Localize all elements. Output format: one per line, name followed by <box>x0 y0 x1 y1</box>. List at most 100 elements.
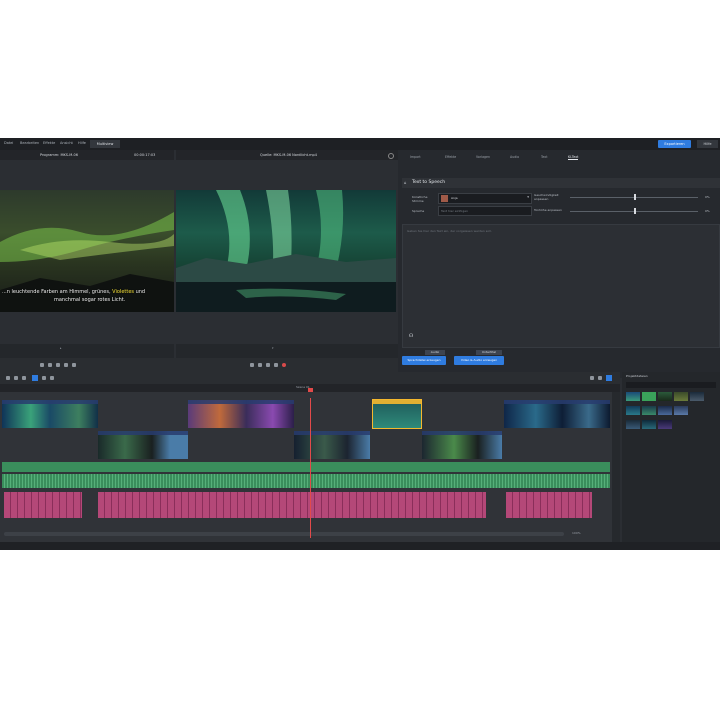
menu-help[interactable]: Hilfe <box>78 141 86 145</box>
view-timeline-icon[interactable] <box>606 375 612 381</box>
subtitle-highlight: Violettes <box>112 289 134 295</box>
view-grid-icon[interactable] <box>598 376 602 380</box>
media-thumbnail[interactable] <box>690 392 704 401</box>
media-pool-title: Projektdateien <box>626 374 648 378</box>
video-clip[interactable] <box>188 400 294 428</box>
voice-value: Anja <box>451 196 458 200</box>
pitch-slider-knob[interactable] <box>634 208 636 214</box>
video-clip[interactable] <box>2 400 98 428</box>
video-clip[interactable] <box>98 431 188 459</box>
prog-play-icon[interactable] <box>266 363 270 367</box>
speed-slider-knob[interactable] <box>634 194 636 200</box>
prog-back-icon[interactable] <box>258 363 262 367</box>
tab-import[interactable]: Import <box>410 155 421 159</box>
tts-title: Text to Speech <box>412 180 446 185</box>
media-thumbnail[interactable] <box>658 392 672 401</box>
media-thumbnail[interactable] <box>626 392 640 401</box>
subtitle-line1: ...n leuchtende Farben am Himmel, grünes… <box>2 289 111 295</box>
playhead-line[interactable] <box>310 398 311 538</box>
audio-waveform[interactable] <box>2 474 610 488</box>
language-input[interactable]: Text hier einfügen <box>438 206 532 216</box>
settings-icon[interactable] <box>388 153 394 159</box>
pitch-value: 0% <box>705 209 710 213</box>
voice-label: Künstliche Stimme <box>412 195 428 203</box>
menu-bar: Datei Bearbeiten Effekte Ansicht Hilfe M… <box>0 138 720 150</box>
menu-view[interactable]: Ansicht <box>60 141 73 145</box>
chevron-down-icon: ▾ <box>527 195 529 199</box>
step-forward-icon[interactable] <box>64 363 68 367</box>
video-clip[interactable] <box>422 431 502 459</box>
marker-tool-icon[interactable] <box>42 376 46 380</box>
audio-track[interactable] <box>2 462 610 472</box>
prog-rewind-icon[interactable] <box>250 363 254 367</box>
avatar <box>441 195 448 202</box>
music-clip[interactable] <box>506 492 592 518</box>
selected-video-clip[interactable] <box>372 399 422 429</box>
tab-audio[interactable]: Audio <box>510 155 519 159</box>
snap-icon[interactable] <box>32 375 38 381</box>
select-tool-icon[interactable] <box>6 376 10 380</box>
horizontal-scrollbar[interactable] <box>4 532 564 536</box>
video-clip[interactable] <box>504 400 610 428</box>
help-button[interactable]: Hilfe <box>697 140 718 148</box>
transport-toolbar <box>0 358 398 372</box>
subtitle-line1-end: und <box>135 289 146 295</box>
tab-effects[interactable]: Effekte <box>445 155 456 159</box>
tts-text-area[interactable]: Geben Sie hier den Text ein, der vorgele… <box>402 224 720 348</box>
trim-tool-icon[interactable] <box>22 376 26 380</box>
source-timecode: 00:00:17:03 <box>134 153 156 157</box>
speed-value: 0% <box>705 195 710 199</box>
record-icon[interactable] <box>282 363 286 367</box>
tab-text[interactable]: Text <box>541 155 547 159</box>
music-clip[interactable] <box>98 492 486 518</box>
pitch-label: Tonhöhe anpassen <box>534 208 562 212</box>
program-monitor-bar: Quelle: MKS-M-06 Nordlicht.mp4 <box>176 150 398 160</box>
media-thumbnail[interactable] <box>626 420 640 429</box>
program-monitor-title: Quelle: MKS-M-06 Nordlicht.mp4 <box>260 153 317 157</box>
source-monitor-bar: Programm: MKS-M-06 00:00:17:03 <box>0 150 174 160</box>
music-clip[interactable] <box>4 492 82 518</box>
media-thumbnail[interactable] <box>626 406 640 415</box>
program-video-frame[interactable] <box>176 190 396 312</box>
cut-tool-icon[interactable] <box>14 376 18 380</box>
video-clip[interactable] <box>294 431 370 459</box>
export-button[interactable]: Exportieren <box>658 140 691 148</box>
video-editor-window: Datei Bearbeiten Effekte Ansicht Hilfe M… <box>0 138 720 550</box>
view-list-icon[interactable] <box>590 376 594 380</box>
menu-file[interactable]: Datei <box>4 141 13 145</box>
multiview-toggle[interactable]: Multiview <box>90 140 120 148</box>
source-in-out: ▸ <box>60 346 62 350</box>
media-thumbnail[interactable] <box>658 406 672 415</box>
tab-ki-text[interactable]: KI-Text <box>568 155 579 160</box>
status-bar <box>0 542 720 550</box>
zoom-level: 100% <box>572 531 581 535</box>
prog-forward-icon[interactable] <box>274 363 278 367</box>
program-transport: ▾ <box>176 344 398 358</box>
rewind-icon[interactable] <box>40 363 44 367</box>
media-thumbnail[interactable] <box>658 420 672 429</box>
media-thumbnail[interactable] <box>642 406 656 415</box>
play-icon[interactable] <box>56 363 60 367</box>
generate-video-audio-button[interactable]: Video & Audio erzeugen <box>454 356 504 365</box>
tts-text-placeholder: Geben Sie hier den Text ein, der vorgele… <box>407 229 492 233</box>
forward-icon[interactable] <box>72 363 76 367</box>
menu-edit[interactable]: Bearbeiten <box>20 141 39 145</box>
media-search-input[interactable] <box>626 382 716 388</box>
menu-effects[interactable]: Effekte <box>43 141 55 145</box>
media-thumbnail[interactable] <box>642 392 656 401</box>
generate-speech-button[interactable]: Sprachdatei erzeugen <box>402 356 446 365</box>
vertical-scrollbar[interactable] <box>612 392 620 542</box>
voice-select[interactable]: Anja ▾ <box>438 193 532 204</box>
step-back-icon[interactable] <box>48 363 52 367</box>
program-marker-icon: ▾ <box>272 346 274 350</box>
voices-icon[interactable]: ☊ <box>409 333 413 339</box>
subtitle-tag: Untertitel <box>476 350 502 355</box>
media-thumbnail[interactable] <box>642 420 656 429</box>
source-video-frame[interactable]: ...n leuchtende Farben am Himmel, grünes… <box>0 190 174 312</box>
media-thumbnail[interactable] <box>674 392 688 401</box>
tab-templates[interactable]: Vorlagen <box>476 155 490 159</box>
language-label: Sprache <box>412 209 425 213</box>
media-thumbnail[interactable] <box>674 406 688 415</box>
zoom-tool-icon[interactable] <box>50 376 54 380</box>
home-icon: ⌂ <box>404 180 407 185</box>
